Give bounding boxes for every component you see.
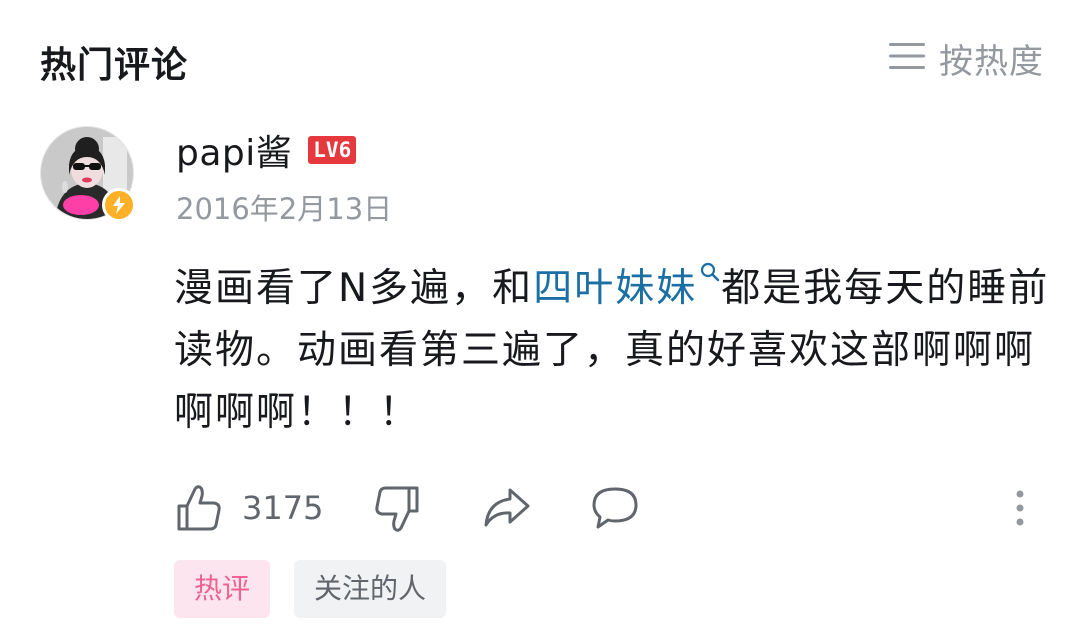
share-arrow-icon	[484, 488, 530, 527]
vertical-dots-icon	[1016, 490, 1024, 526]
like-button[interactable]: 3175	[176, 480, 323, 536]
keyword-search-link[interactable]: 四叶妹妹	[533, 262, 721, 311]
section-title: 热门评论	[40, 45, 189, 86]
sort-label: 按热度	[939, 41, 1044, 82]
lightning-icon	[102, 188, 136, 222]
keyword-link-label: 四叶妹妹	[533, 266, 698, 311]
thumbs-down-icon	[375, 486, 419, 532]
user-info: papi酱 LV6	[176, 124, 357, 176]
speech-bubble-icon	[592, 487, 638, 529]
comments-header: 热门评论 按热度	[40, 32, 1044, 87]
username[interactable]: papi酱	[176, 124, 292, 176]
menu-lines-icon	[889, 41, 925, 75]
thumbs-up-icon	[177, 485, 221, 531]
comment-actions: 3175	[176, 480, 1046, 536]
tag-hot-comments[interactable]: 热评	[174, 560, 271, 618]
share-button[interactable]	[482, 480, 532, 536]
like-count: 3175	[242, 489, 324, 527]
level-badge: LV6	[308, 136, 357, 164]
comment-text-part: 漫画看了N多遍，和	[174, 266, 534, 311]
comment-text: 漫画看了N多遍，和四叶妹妹 都是我每天的睡前读物。动画看第三遍了，真的好喜欢这部啊…	[174, 258, 1054, 444]
dislike-button[interactable]	[374, 480, 420, 536]
search-icon	[701, 262, 720, 282]
sort-button[interactable]: 按热度	[889, 36, 1044, 82]
avatar[interactable]	[40, 126, 136, 222]
comment-filter-tags: 热评 关注的人	[174, 560, 447, 618]
reply-button[interactable]	[590, 480, 640, 536]
more-options-button[interactable]	[1010, 480, 1030, 536]
comment-timestamp: 2016年2月13日	[176, 192, 393, 226]
tag-following[interactable]: 关注的人	[294, 560, 447, 618]
